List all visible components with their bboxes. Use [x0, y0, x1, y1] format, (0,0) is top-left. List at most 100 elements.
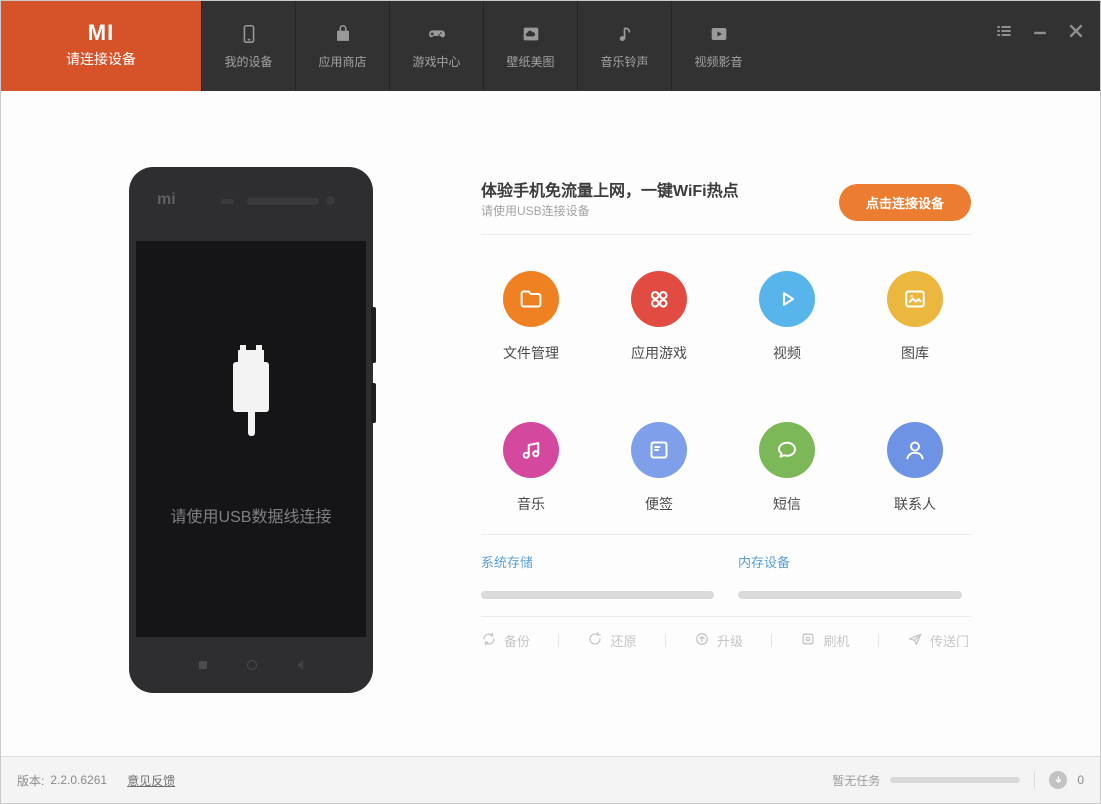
divider [771, 634, 773, 647]
minimize-icon[interactable] [1030, 21, 1050, 41]
shortcut-file-manager[interactable]: 文件管理 [503, 271, 559, 363]
shortcut-grid: 文件管理 应用游戏 视频 图库 音乐 便签 短信 联系人 [467, 271, 979, 514]
restore-icon [587, 631, 603, 650]
tab-label: 音乐铃声 [600, 54, 649, 69]
shopping-bag-icon [332, 23, 354, 45]
shortcut-video[interactable]: 视频 [759, 271, 815, 363]
shortcut-label: 音乐 [517, 496, 545, 512]
restore-button[interactable]: 还原 [587, 631, 637, 650]
apps-grid-icon [631, 271, 687, 327]
shortcut-label: 应用游戏 [631, 345, 687, 361]
system-storage-bar [481, 591, 714, 599]
download-icon[interactable] [1049, 771, 1068, 789]
tool-label: 刷机 [823, 634, 850, 649]
window-controls [994, 21, 1086, 41]
usb-plug-icon [233, 345, 269, 436]
upgrade-button[interactable]: 升级 [694, 631, 743, 650]
speaker-slot [247, 198, 319, 205]
person-icon [887, 422, 943, 478]
mi-pc-suite-window: MI 请连接设备 我的设备 应用商店 游戏中心 壁纸美图 音乐铃声 视频影音 m… [0, 0, 1101, 804]
folder-icon [503, 271, 559, 327]
divider [481, 234, 971, 235]
version-area: 版本: 2.2.0.6261 意见反馈 [17, 772, 175, 789]
wallpaper-icon [520, 23, 542, 45]
back-key-icon [297, 660, 303, 670]
tab-app-store[interactable]: 应用商店 [295, 1, 389, 91]
tool-label: 传送门 [929, 634, 969, 649]
connect-message: 请使用USB数据线连接 [170, 509, 332, 526]
tools-row: 备份 还原 升级 刷机 传送门 [481, 631, 969, 650]
gallery-icon [887, 271, 943, 327]
shortcut-gallery[interactable]: 图库 [887, 271, 943, 363]
system-storage: 系统存储 [481, 552, 714, 599]
top-navbar: MI 请连接设备 我的设备 应用商店 游戏中心 壁纸美图 音乐铃声 视频影音 [1, 1, 1100, 91]
chat-bubble-icon [759, 422, 815, 478]
tab-music-ringtones[interactable]: 音乐铃声 [577, 1, 671, 91]
download-count: 0 [1077, 773, 1084, 787]
gamepad-icon [426, 23, 448, 45]
system-storage-link[interactable]: 系统存储 [481, 552, 533, 571]
tab-label: 我的设备 [224, 54, 273, 69]
shortcut-label: 图库 [901, 345, 929, 361]
shortcut-label: 视频 [773, 345, 801, 361]
upgrade-icon [694, 631, 710, 650]
version-label: 版本: [17, 773, 45, 788]
video-icon [708, 23, 730, 45]
backup-button[interactable]: 备份 [481, 631, 530, 650]
task-status: 暂无任务 [832, 773, 881, 788]
task-list-icon[interactable] [994, 21, 1014, 41]
tab-video[interactable]: 视频影音 [671, 1, 765, 91]
shortcut-contacts[interactable]: 联系人 [887, 422, 943, 514]
portal-button[interactable]: 传送门 [907, 631, 969, 650]
tab-strip: 我的设备 应用商店 游戏中心 壁纸美图 音乐铃声 视频影音 [201, 1, 765, 91]
usb-connect-hint: 请使用USB连接设备 [481, 204, 590, 218]
tab-game-center[interactable]: 游戏中心 [389, 1, 483, 91]
phone-illustration: mi 请使用USB数据线连接 [129, 167, 376, 693]
menu-key-icon [199, 661, 207, 669]
divider [558, 634, 560, 647]
divider [664, 634, 666, 647]
memory-device: 内存设备 [738, 552, 962, 599]
task-area: 暂无任务 0 [832, 771, 1084, 789]
note-icon [631, 422, 687, 478]
close-icon[interactable] [1066, 21, 1086, 41]
tab-wallpapers[interactable]: 壁纸美图 [483, 1, 577, 91]
tool-label: 还原 [610, 634, 637, 649]
shortcut-label: 短信 [773, 496, 801, 512]
shortcut-label: 联系人 [894, 496, 936, 512]
home-key-icon [247, 660, 257, 670]
shortcut-notes[interactable]: 便签 [631, 422, 687, 514]
play-icon [759, 271, 815, 327]
wifi-hotspot-headline: 体验手机免流量上网，一键WiFi热点 [481, 183, 739, 200]
tab-label: 视频影音 [694, 54, 743, 69]
tab-label: 应用商店 [318, 54, 367, 69]
tab-label: 壁纸美图 [506, 54, 555, 69]
phone-screen: 请使用USB数据线连接 [136, 241, 366, 637]
tool-label: 备份 [504, 634, 531, 649]
mi-logo: mi [157, 191, 176, 208]
tab-my-device[interactable]: 我的设备 [201, 1, 295, 91]
divider [1034, 771, 1036, 789]
task-progress-bar [890, 777, 1021, 783]
shortcut-label: 便签 [645, 496, 673, 512]
sensor-slot [221, 199, 234, 204]
phone-icon [238, 23, 260, 45]
shortcut-sms[interactable]: 短信 [759, 422, 815, 514]
feedback-link[interactable]: 意见反馈 [127, 772, 175, 789]
shortcut-music[interactable]: 音乐 [503, 422, 559, 514]
backup-icon [481, 631, 497, 650]
flash-rom-button[interactable]: 刷机 [800, 631, 849, 650]
music-notes-icon [503, 422, 559, 478]
version-number: 2.2.0.6261 [50, 773, 108, 787]
shortcut-apps-games[interactable]: 应用游戏 [631, 271, 687, 363]
tab-label: 请连接设备 [66, 51, 136, 67]
memory-device-bar [738, 591, 962, 599]
divider [481, 534, 971, 535]
phone-nav-keys [129, 637, 373, 693]
memory-device-link[interactable]: 内存设备 [738, 552, 790, 571]
mi-logo: MI [87, 20, 115, 45]
tab-connect-device-active[interactable]: MI 请连接设备 [1, 1, 201, 91]
connect-device-button[interactable]: 点击连接设备 [839, 184, 971, 221]
volume-button [371, 307, 376, 363]
portal-icon [907, 631, 923, 650]
